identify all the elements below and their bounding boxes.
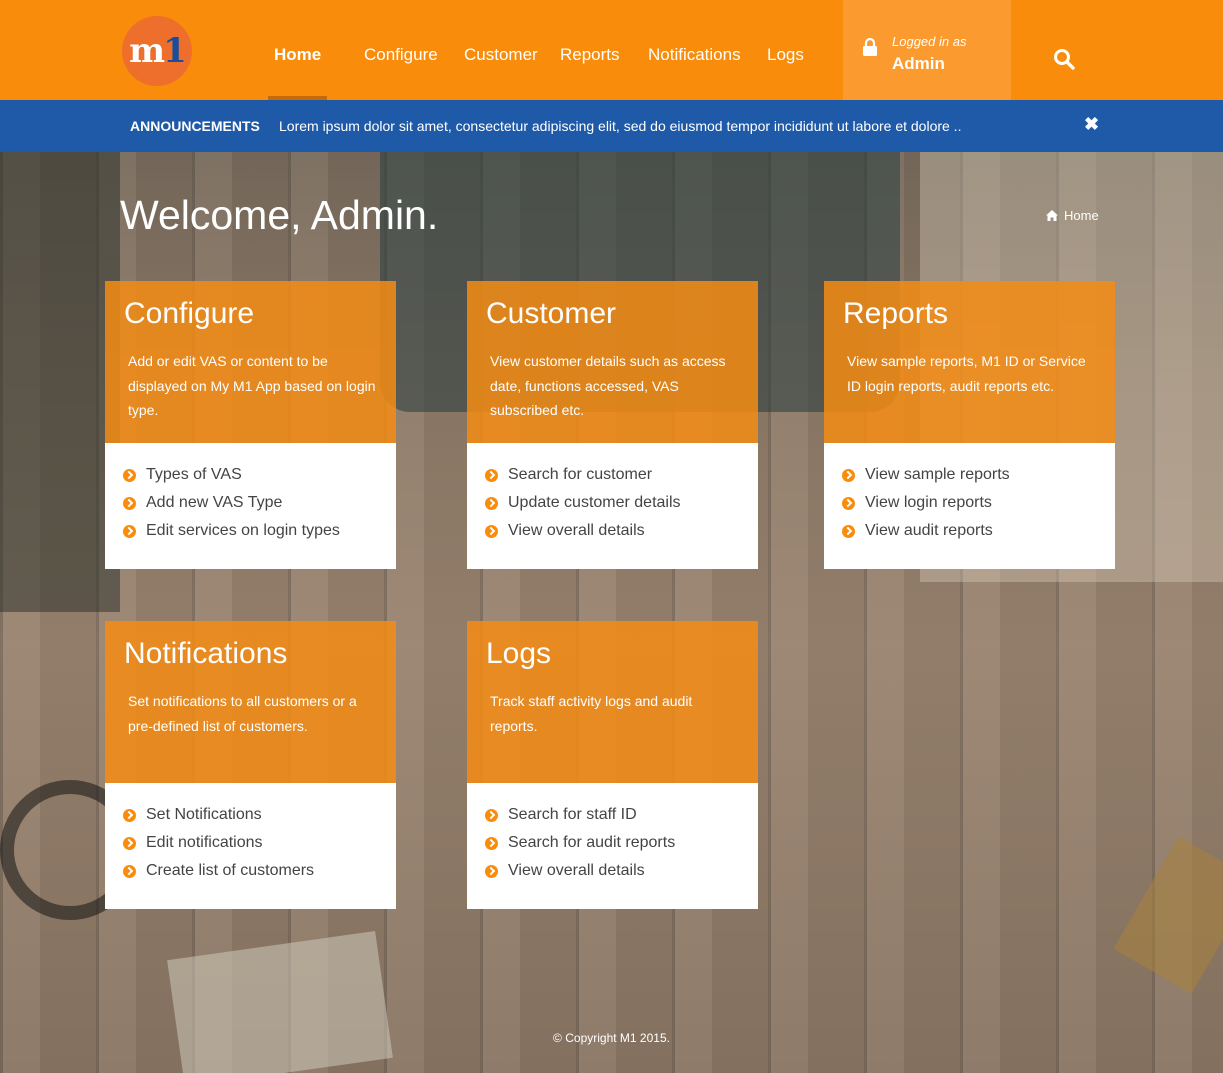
chevron-right-icon bbox=[842, 524, 855, 538]
card-links-panel: Types of VAS Add new VAS Type Edit servi… bbox=[105, 443, 396, 569]
logged-in-user: Admin bbox=[892, 54, 945, 73]
nav-notifications[interactable]: Notifications bbox=[648, 45, 741, 65]
card-title[interactable]: Logs bbox=[486, 637, 551, 671]
card-link-label: Edit notifications bbox=[146, 834, 263, 851]
logo-text: m1 bbox=[129, 31, 187, 71]
card-description: Add or edit VAS or content to be display… bbox=[128, 353, 376, 418]
card-link[interactable]: Search for audit reports bbox=[485, 829, 675, 857]
chevron-right-icon bbox=[123, 864, 136, 878]
card-link-label: Set Notifications bbox=[146, 806, 262, 823]
background-notebook bbox=[167, 931, 393, 1073]
card-link-label: View audit reports bbox=[865, 522, 993, 539]
top-header: m1 Home Configure Customer Reports Notif… bbox=[0, 0, 1223, 100]
card-header: Customer View customer details such as a… bbox=[467, 281, 758, 443]
card-title[interactable]: Configure bbox=[124, 297, 254, 331]
nav-reports[interactable]: Reports bbox=[560, 45, 620, 65]
card-link-label: Types of VAS bbox=[146, 466, 242, 483]
chevron-right-icon bbox=[123, 808, 136, 822]
m1-logo[interactable]: m1 bbox=[122, 16, 192, 86]
card-link[interactable]: Search for staff ID bbox=[485, 801, 675, 829]
card-link-label: Create list of customers bbox=[146, 862, 315, 879]
card-link[interactable]: View login reports bbox=[842, 489, 1010, 517]
card-description: View sample reports, M1 ID or Service ID… bbox=[847, 353, 1086, 394]
card-description: View customer details such as access dat… bbox=[490, 353, 726, 418]
search-icon[interactable] bbox=[1053, 48, 1075, 70]
card-header: Reports View sample reports, M1 ID or Se… bbox=[824, 281, 1115, 443]
card-header: Configure Add or edit VAS or content to … bbox=[105, 281, 396, 443]
chevron-right-icon bbox=[485, 468, 498, 482]
card-title[interactable]: Notifications bbox=[124, 637, 287, 671]
card-header: Notifications Set notifications to all c… bbox=[105, 621, 396, 783]
card-link[interactable]: Update customer details bbox=[485, 489, 681, 517]
card-configure: Configure Add or edit VAS or content to … bbox=[105, 281, 396, 569]
card-title[interactable]: Reports bbox=[843, 297, 948, 331]
home-icon bbox=[1046, 210, 1058, 221]
chevron-right-icon bbox=[123, 468, 136, 482]
card-description: Track staff activity logs and audit repo… bbox=[490, 693, 693, 734]
nav-configure[interactable]: Configure bbox=[364, 45, 438, 65]
chevron-right-icon bbox=[123, 496, 136, 510]
card-link[interactable]: Edit services on login types bbox=[123, 517, 340, 545]
card-notifications: Notifications Set notifications to all c… bbox=[105, 621, 396, 909]
background-box bbox=[1113, 836, 1223, 994]
card-link[interactable]: Edit notifications bbox=[123, 829, 314, 857]
breadcrumb[interactable]: Home bbox=[1046, 208, 1099, 223]
card-description: Set notifications to all customers or a … bbox=[128, 693, 357, 734]
announcement-title: ANNOUNCEMENTS bbox=[130, 118, 260, 134]
card-link[interactable]: View sample reports bbox=[842, 461, 1010, 489]
card-reports: Reports View sample reports, M1 ID or Se… bbox=[824, 281, 1115, 569]
card-link[interactable]: Set Notifications bbox=[123, 801, 314, 829]
background-book bbox=[0, 152, 120, 612]
card-link[interactable]: View overall details bbox=[485, 517, 681, 545]
chevron-right-icon bbox=[123, 524, 136, 538]
chevron-right-icon bbox=[485, 808, 498, 822]
card-link[interactable]: View overall details bbox=[485, 857, 675, 885]
card-link-label: View overall details bbox=[508, 862, 645, 879]
card-links-panel: View sample reports View login reports V… bbox=[824, 443, 1115, 569]
card-title[interactable]: Customer bbox=[486, 297, 616, 331]
nav-customer[interactable]: Customer bbox=[464, 45, 538, 65]
card-link-label: Search for staff ID bbox=[508, 806, 637, 823]
card-link[interactable]: Add new VAS Type bbox=[123, 489, 340, 517]
announcement-bar: ANNOUNCEMENTS Lorem ipsum dolor sit amet… bbox=[0, 100, 1223, 152]
card-links-panel: Search for staff ID Search for audit rep… bbox=[467, 783, 758, 909]
card-customer: Customer View customer details such as a… bbox=[467, 281, 758, 569]
card-link-label: View login reports bbox=[865, 494, 992, 511]
lock-icon bbox=[863, 38, 877, 56]
chevron-right-icon bbox=[842, 468, 855, 482]
card-link-label: View sample reports bbox=[865, 466, 1010, 483]
chevron-right-icon bbox=[485, 864, 498, 878]
chevron-right-icon bbox=[123, 836, 136, 850]
card-link-label: Update customer details bbox=[508, 494, 681, 511]
card-link[interactable]: Types of VAS bbox=[123, 461, 340, 489]
breadcrumb-home[interactable]: Home bbox=[1064, 208, 1099, 223]
logged-in-label: Logged in as bbox=[892, 34, 967, 49]
chevron-right-icon bbox=[485, 836, 498, 850]
card-link-label: Search for customer bbox=[508, 466, 653, 483]
chevron-right-icon bbox=[842, 496, 855, 510]
announcement-text: Lorem ipsum dolor sit amet, consectetur … bbox=[279, 118, 962, 134]
card-links-panel: Search for customer Update customer deta… bbox=[467, 443, 758, 569]
card-link-label: View overall details bbox=[508, 522, 645, 539]
chevron-right-icon bbox=[485, 496, 498, 510]
card-link[interactable]: Search for customer bbox=[485, 461, 681, 489]
card-link[interactable]: Create list of customers bbox=[123, 857, 314, 885]
card-link-label: Search for audit reports bbox=[508, 834, 676, 851]
card-link-label: Edit services on login types bbox=[146, 522, 340, 539]
card-logs: Logs Track staff activity logs and audit… bbox=[467, 621, 758, 909]
footer-copyright: © Copyright M1 2015. bbox=[553, 1031, 670, 1045]
card-link[interactable]: View audit reports bbox=[842, 517, 1010, 545]
chevron-right-icon bbox=[485, 524, 498, 538]
page-title: Welcome, Admin. bbox=[120, 192, 439, 238]
card-header: Logs Track staff activity logs and audit… bbox=[467, 621, 758, 783]
card-link-label: Add new VAS Type bbox=[146, 494, 283, 511]
nav-home[interactable]: Home bbox=[274, 45, 321, 65]
close-icon[interactable]: ✖ bbox=[1084, 114, 1099, 135]
nav-logs[interactable]: Logs bbox=[767, 45, 804, 65]
card-links-panel: Set Notifications Edit notifications Cre… bbox=[105, 783, 396, 909]
